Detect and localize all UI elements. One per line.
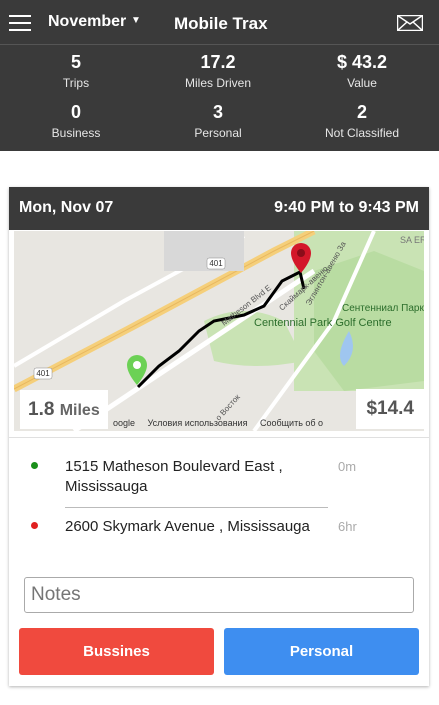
stop-divider xyxy=(65,507,328,508)
stat-label: Value xyxy=(347,76,377,90)
trip-time: 9:40 PM to 9:43 PM xyxy=(274,199,419,216)
stat-value: 3 xyxy=(212,102,223,122)
stat-label: Business xyxy=(51,126,101,140)
stop-duration: 6hr xyxy=(338,519,357,534)
trip-date: Mon, Nov 07 xyxy=(19,199,114,216)
header-divider xyxy=(0,44,439,45)
menu-icon[interactable] xyxy=(9,15,31,31)
stop-address: 1515 Matheson Boulevard East , Mississau… xyxy=(65,458,283,495)
stat-personal: 3 Personal xyxy=(163,102,273,140)
map-label-hwy: 401 xyxy=(209,259,223,268)
card-divider xyxy=(9,437,429,438)
stop-address: 2600 Skymark Avenue , Mississauga xyxy=(65,518,310,535)
stat-value: 2 xyxy=(356,102,367,122)
map-attribution: oogle Условия использования Сообщить об … xyxy=(113,418,333,428)
map-google-attribution: oogle xyxy=(113,418,136,428)
notes-input[interactable] xyxy=(24,577,414,613)
trip-card[interactable]: Mon, Nov 07 9:40 PM to 9:43 PM 401 401 C… xyxy=(9,187,429,686)
month-selector[interactable]: November xyxy=(48,13,126,31)
map-label-park-ru: Сентенниал Парк Centennial Park xyxy=(342,303,424,314)
stat-value-total: $ 43.2 Value xyxy=(307,52,417,90)
business-button[interactable]: Bussines xyxy=(19,628,214,675)
trip-value: $14.4 xyxy=(356,389,424,429)
trip-header: Mon, Nov 07 9:40 PM to 9:43 PM xyxy=(9,187,429,230)
stat-value: 5 xyxy=(70,52,81,72)
stat-value: 17.2 xyxy=(200,52,236,72)
map-terms-link[interactable]: Условия использования xyxy=(148,418,248,428)
end-dot-icon xyxy=(31,522,38,529)
stat-label: Personal xyxy=(194,126,242,140)
stat-not-classified: 2 Not Classified xyxy=(307,102,417,140)
stat-label: Miles Driven xyxy=(184,76,251,90)
personal-button[interactable]: Personal xyxy=(224,628,419,675)
stop-duration: 0m xyxy=(338,459,357,474)
top-bar: November ▼ Mobile Trax 5 Trips 17.2 Mile… xyxy=(0,0,439,151)
stat-value: 0 xyxy=(70,102,81,122)
map-label-corner: SA ERII WES xyxy=(400,235,424,245)
miles-unit: Miles xyxy=(59,402,100,419)
app-title: Mobile Trax xyxy=(174,14,268,33)
stat-miles: 17.2 Miles Driven xyxy=(163,52,273,90)
stat-trips: 5 Trips xyxy=(21,52,131,90)
stat-label: Trips xyxy=(62,76,90,90)
mail-icon[interactable] xyxy=(397,15,423,31)
map-label-hwy: 401 xyxy=(36,369,50,378)
stat-label: Not Classified xyxy=(324,126,400,140)
trip-miles: 1.8 Miles xyxy=(20,390,108,429)
map-report-link[interactable]: Сообщить об о xyxy=(260,418,323,428)
start-dot-icon xyxy=(31,462,38,469)
miles-value: 1.8 xyxy=(28,399,55,420)
stat-value: $ 43.2 xyxy=(336,52,388,72)
caret-down-icon[interactable]: ▼ xyxy=(131,15,141,26)
map-label-park: Centennial Park Golf Centre xyxy=(254,317,392,329)
stat-business: 0 Business xyxy=(21,102,131,140)
